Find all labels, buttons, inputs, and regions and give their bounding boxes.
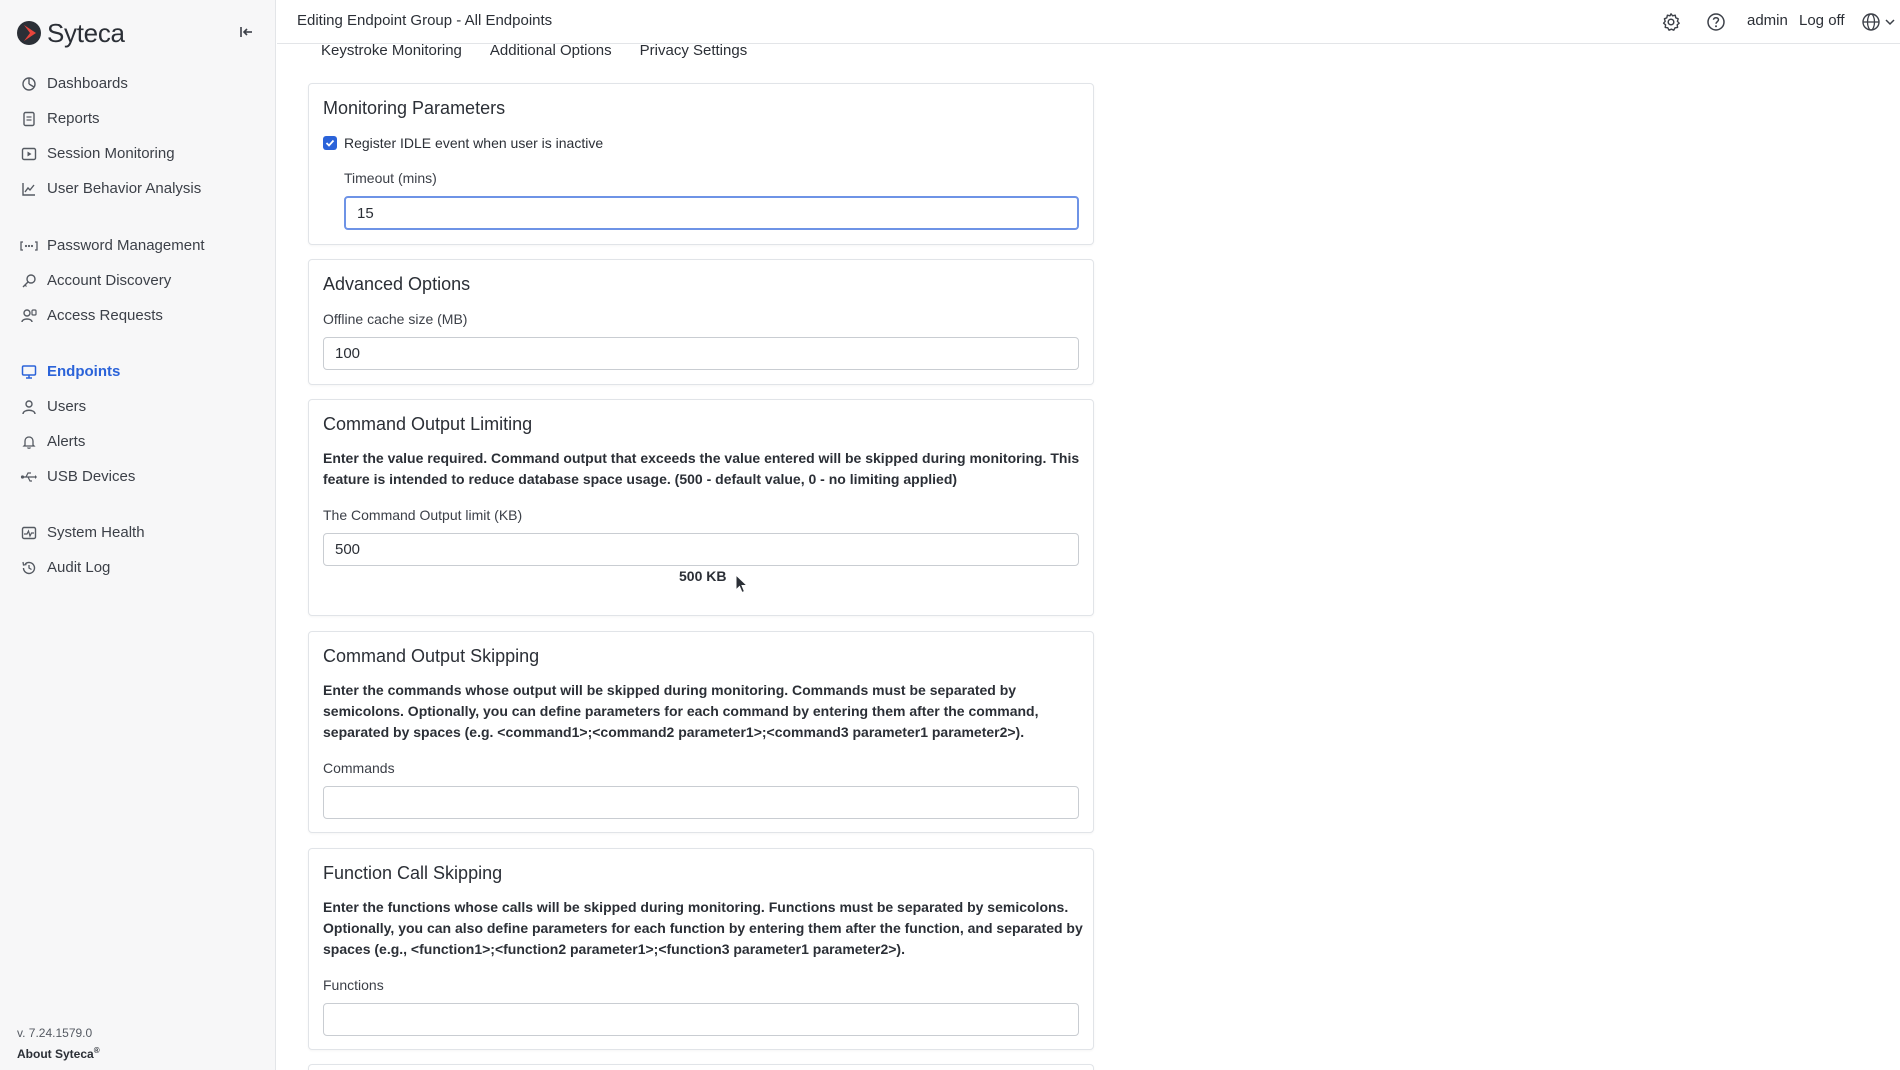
about-label: About Syteca	[17, 1047, 94, 1061]
bell-icon	[20, 433, 38, 451]
help-button[interactable]	[1705, 11, 1727, 33]
commands-label: Commands	[323, 760, 395, 776]
page-title: Editing Endpoint Group - All Endpoints	[297, 12, 553, 29]
sidebar-item-label: Endpoints	[47, 363, 121, 380]
card-title: Function Call Skipping	[323, 863, 503, 883]
next-card-edge	[308, 1064, 1094, 1070]
sidebar-item-users[interactable]: Users	[0, 389, 276, 424]
sidebar-item-label: Account Discovery	[47, 272, 172, 289]
access-icon	[20, 307, 38, 325]
idle-event-checkbox[interactable]: Register IDLE event when user is inactiv…	[323, 135, 603, 151]
tab-keystroke-monitoring[interactable]: Keystroke Monitoring	[321, 42, 462, 66]
sidebar-item-label: Dashboards	[47, 75, 128, 92]
top-header: Editing Endpoint Group - All Endpoints a…	[277, 0, 1900, 44]
checkbox-checked[interactable]	[323, 136, 337, 150]
syteca-logo-icon	[17, 21, 41, 45]
output-limit-hint: 500 KB	[679, 568, 727, 584]
monitor-icon	[20, 363, 38, 381]
sidebar-item-label: Users	[47, 398, 87, 415]
user-menu[interactable]: admin	[1747, 12, 1788, 29]
dashboard-icon	[20, 75, 38, 93]
sidebar-item-password-management[interactable]: Password Management	[0, 228, 276, 263]
collapse-left-icon	[240, 27, 252, 37]
offline-cache-input[interactable]	[323, 337, 1079, 370]
sidebar-item-system-health[interactable]: System Health	[0, 515, 276, 550]
sidebar-item-label: Access Requests	[47, 307, 163, 324]
registered-mark: ®	[93, 1046, 100, 1055]
function-call-skipping-card: Function Call Skipping Enter the functio…	[308, 848, 1094, 1050]
card-title: Monitoring Parameters	[323, 98, 506, 118]
tab-privacy-settings[interactable]: Privacy Settings	[640, 42, 748, 66]
globe-icon	[1862, 13, 1880, 31]
sidebar-item-label: USB Devices	[47, 468, 136, 485]
app: Syteca Dashboards Reports Session Monito…	[0, 0, 1900, 1070]
nav-group-management: Endpoints Users Alerts USB Devices	[0, 354, 276, 494]
collapse-sidebar-button[interactable]	[234, 20, 258, 44]
sidebar-item-label: Password Management	[47, 237, 205, 254]
tab-additional-options[interactable]: Additional Options	[490, 42, 612, 66]
help-icon	[1707, 13, 1725, 31]
card-title: Command Output Limiting	[323, 414, 533, 434]
mouse-cursor-icon	[735, 574, 749, 594]
monitoring-parameters-card: Monitoring Parameters Register IDLE even…	[308, 83, 1094, 245]
history-icon	[20, 559, 38, 577]
sidebar-item-endpoints[interactable]: Endpoints	[0, 354, 276, 389]
report-icon	[20, 110, 38, 128]
chevron-down-icon	[1885, 19, 1895, 26]
sidebar-item-alerts[interactable]: Alerts	[0, 424, 276, 459]
sidebar-item-user-behavior-analysis[interactable]: User Behavior Analysis	[0, 171, 276, 206]
nav-group-system: System Health Audit Log	[0, 515, 276, 585]
command-output-limiting-card: Command Output Limiting Enter the value …	[308, 399, 1094, 616]
output-limiting-description: Enter the value required. Command output…	[323, 450, 1080, 487]
checkmark-icon	[325, 139, 335, 147]
password-icon	[20, 237, 38, 255]
settings-tabs: Keystroke Monitoring Additional Options …	[321, 42, 775, 66]
brand[interactable]: Syteca	[16, 18, 125, 48]
discovery-icon	[20, 272, 38, 290]
sidebar-item-account-discovery[interactable]: Account Discovery	[0, 263, 276, 298]
about-link[interactable]: About Syteca®	[17, 1046, 100, 1061]
card-title: Command Output Skipping	[323, 646, 540, 666]
sidebar-item-label: Alerts	[47, 433, 86, 450]
functions-label: Functions	[323, 977, 384, 993]
idle-event-label: Register IDLE event when user is inactiv…	[344, 135, 604, 151]
sidebar-item-access-requests[interactable]: Access Requests	[0, 298, 276, 333]
sidebar-item-label: System Health	[47, 524, 145, 541]
timeout-label: Timeout (mins)	[344, 170, 437, 186]
sidebar-item-usb-devices[interactable]: USB Devices	[0, 459, 276, 494]
timeout-input[interactable]	[344, 196, 1079, 230]
brand-name: Syteca	[47, 17, 125, 48]
nav-group-analytics: Dashboards Reports Session Monitoring Us…	[0, 66, 276, 206]
output-limit-input[interactable]	[323, 533, 1079, 566]
health-icon	[20, 524, 38, 542]
functions-input[interactable]	[323, 1003, 1079, 1036]
settings-button[interactable]	[1660, 11, 1682, 33]
command-output-skipping-card: Command Output Skipping Enter the comman…	[308, 631, 1094, 833]
sidebar-item-audit-log[interactable]: Audit Log	[0, 550, 276, 585]
output-limit-label: The Command Output limit (KB)	[323, 507, 523, 523]
sidebar-item-reports[interactable]: Reports	[0, 101, 276, 136]
version-label: v. 7.24.1579.0	[17, 1026, 93, 1040]
sidebar-item-session-monitoring[interactable]: Session Monitoring	[0, 136, 276, 171]
usb-icon	[20, 468, 38, 486]
chart-icon	[20, 180, 38, 198]
sidebar-item-label: Reports	[47, 110, 100, 127]
advanced-options-card: Advanced Options Offline cache size (MB)	[308, 259, 1094, 385]
nav-group-pam: Password Management Account Discovery Ac…	[0, 228, 276, 333]
output-skipping-description: Enter the commands whose output will be …	[323, 682, 1039, 740]
offline-cache-label: Offline cache size (MB)	[323, 311, 468, 327]
user-icon	[20, 398, 38, 416]
sidebar-item-label: User Behavior Analysis	[47, 180, 202, 197]
gear-icon	[1662, 13, 1680, 31]
commands-input[interactable]	[323, 786, 1079, 819]
function-skipping-description: Enter the functions whose calls will be …	[323, 899, 1083, 957]
session-icon	[20, 145, 38, 163]
sidebar-item-label: Session Monitoring	[47, 145, 175, 162]
logoff-link[interactable]: Log off	[1799, 12, 1845, 29]
sidebar-item-dashboards[interactable]: Dashboards	[0, 66, 276, 101]
language-selector[interactable]	[1861, 11, 1897, 33]
sidebar-item-label: Audit Log	[47, 559, 111, 576]
sidebar: Syteca Dashboards Reports Session Monito…	[0, 0, 276, 1070]
card-title: Advanced Options	[323, 274, 471, 294]
